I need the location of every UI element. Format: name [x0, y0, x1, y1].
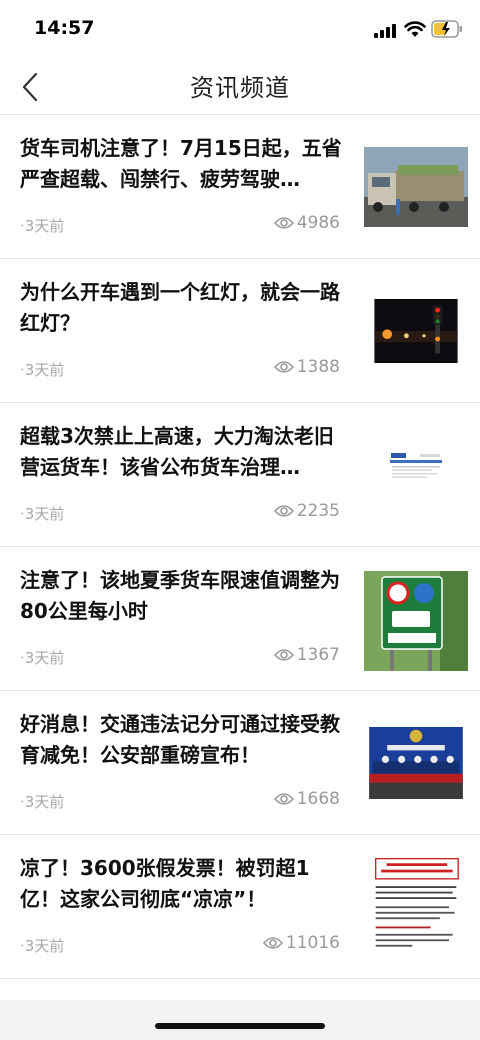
- eye-icon: [273, 217, 294, 229]
- view-count-value: 2235: [296, 501, 340, 521]
- news-time: ·3天前: [20, 217, 65, 235]
- news-title: 凉了！3600张假发票！被罚超1亿！这家公司彻底“凉凉”！: [20, 856, 310, 911]
- status-time: 14:57: [34, 17, 95, 39]
- traffic-light-photo-thumbnail[interactable]: [364, 299, 468, 363]
- speed-limit-sign-thumbnail[interactable]: [364, 571, 468, 671]
- view-count-value: 1367: [296, 645, 340, 665]
- status-bar: 14:57: [0, 0, 480, 56]
- news-item[interactable]: 好消息！交通违法记分可通过接受教育减免！公安部重磅宣布！ ·3天前 1668: [0, 691, 480, 835]
- view-count-value: 11016: [285, 933, 340, 953]
- news-item[interactable]: 货车司机注意了！7月15日起，五省严查超载、闯禁行、疲劳驾驶… ·3天前 498…: [0, 115, 480, 259]
- eye-icon: [273, 505, 294, 517]
- news-item[interactable]: 超载3次禁止上高速，大力淘汰老旧营运货车！该省公布货车治理… ·3天前 2235: [0, 403, 480, 547]
- view-count: 1388: [273, 357, 340, 377]
- news-time: ·3天前: [20, 505, 65, 523]
- view-count: 1367: [273, 645, 340, 665]
- view-count-value: 4986: [296, 213, 340, 233]
- home-indicator[interactable]: [155, 1023, 325, 1029]
- webpage-screenshot-thumbnail[interactable]: [364, 451, 468, 491]
- view-count-value: 1388: [296, 357, 340, 377]
- view-count-value: 1668: [296, 789, 340, 809]
- news-item[interactable]: 凉了！3600张假发票！被罚超1亿！这家公司彻底“凉凉”！ ·3天前 11016: [0, 835, 480, 979]
- news-title: 超载3次禁止上高速，大力淘汰老旧营运货车！该省公布货车治理…: [20, 424, 334, 479]
- nav-bar: 资讯频道: [0, 56, 480, 115]
- view-count: 2235: [273, 501, 340, 521]
- wifi-icon: [404, 21, 426, 37]
- news-time: ·3天前: [20, 793, 65, 811]
- view-count: 1668: [273, 789, 340, 809]
- document-photo-thumbnail[interactable]: [364, 855, 468, 965]
- news-title: 好消息！交通违法记分可通过接受教育减免！公安部重磅宣布！: [20, 712, 340, 767]
- press-conference-thumbnail[interactable]: [364, 727, 468, 799]
- news-time: ·3天前: [20, 649, 65, 667]
- page-title: 资讯频道: [190, 74, 290, 102]
- news-item[interactable]: 为什么开车遇到一个红灯，就会一路红灯？ ·3天前 1388: [0, 259, 480, 403]
- eye-icon: [273, 649, 294, 661]
- cellular-signal-icon: [374, 24, 396, 38]
- news-title: 注意了！该地夏季货车限速值调整为80公里每小时: [20, 568, 340, 623]
- battery-charging-icon: [431, 20, 462, 38]
- bottom-safe-area: [0, 1000, 480, 1040]
- news-title: 为什么开车遇到一个红灯，就会一路红灯？: [20, 280, 340, 335]
- news-time: ·3天前: [20, 361, 65, 379]
- eye-icon: [273, 793, 294, 805]
- truck-photo-thumbnail[interactable]: [364, 147, 468, 227]
- eye-icon: [262, 937, 283, 949]
- news-item[interactable]: 注意了！该地夏季货车限速值调整为80公里每小时 ·3天前 1367: [0, 547, 480, 691]
- news-title: 货车司机注意了！7月15日起，五省严查超载、闯禁行、疲劳驾驶…: [20, 136, 342, 191]
- view-count: 11016: [262, 933, 340, 953]
- news-time: ·3天前: [20, 937, 65, 955]
- eye-icon: [273, 361, 294, 373]
- news-list: 货车司机注意了！7月15日起，五省严查超载、闯禁行、疲劳驾驶… ·3天前 498…: [0, 115, 480, 979]
- view-count: 4986: [273, 213, 340, 233]
